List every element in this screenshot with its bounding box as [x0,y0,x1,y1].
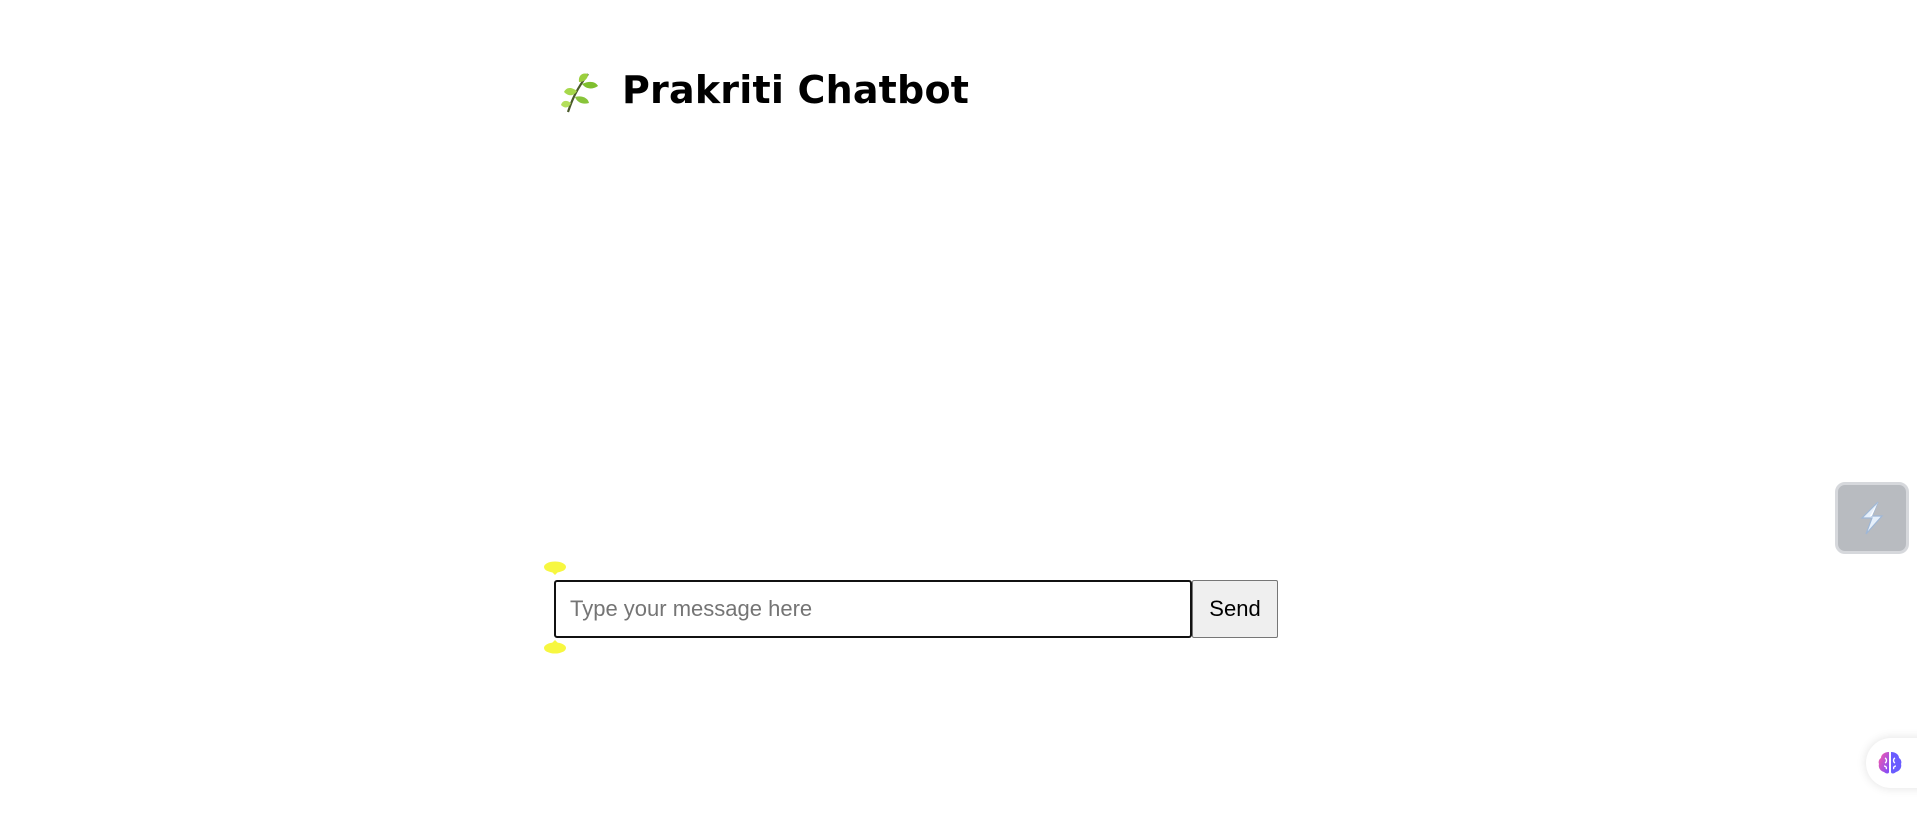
brain-assistant-tab[interactable] [1866,738,1917,788]
selection-handle-top[interactable] [543,561,567,575]
lightning-icon [1860,501,1884,535]
brain-icon [1878,752,1902,774]
page-title: Prakriti Chatbot [622,68,970,112]
chat-header: Prakriti Chatbot [560,62,969,118]
leaf-icon [561,73,598,113]
side-widget-button[interactable] [1835,482,1909,554]
selection-handle-bottom[interactable] [543,640,567,654]
send-button[interactable]: Send [1192,580,1278,638]
message-input[interactable] [554,580,1192,638]
message-composer: Send [554,580,1278,638]
